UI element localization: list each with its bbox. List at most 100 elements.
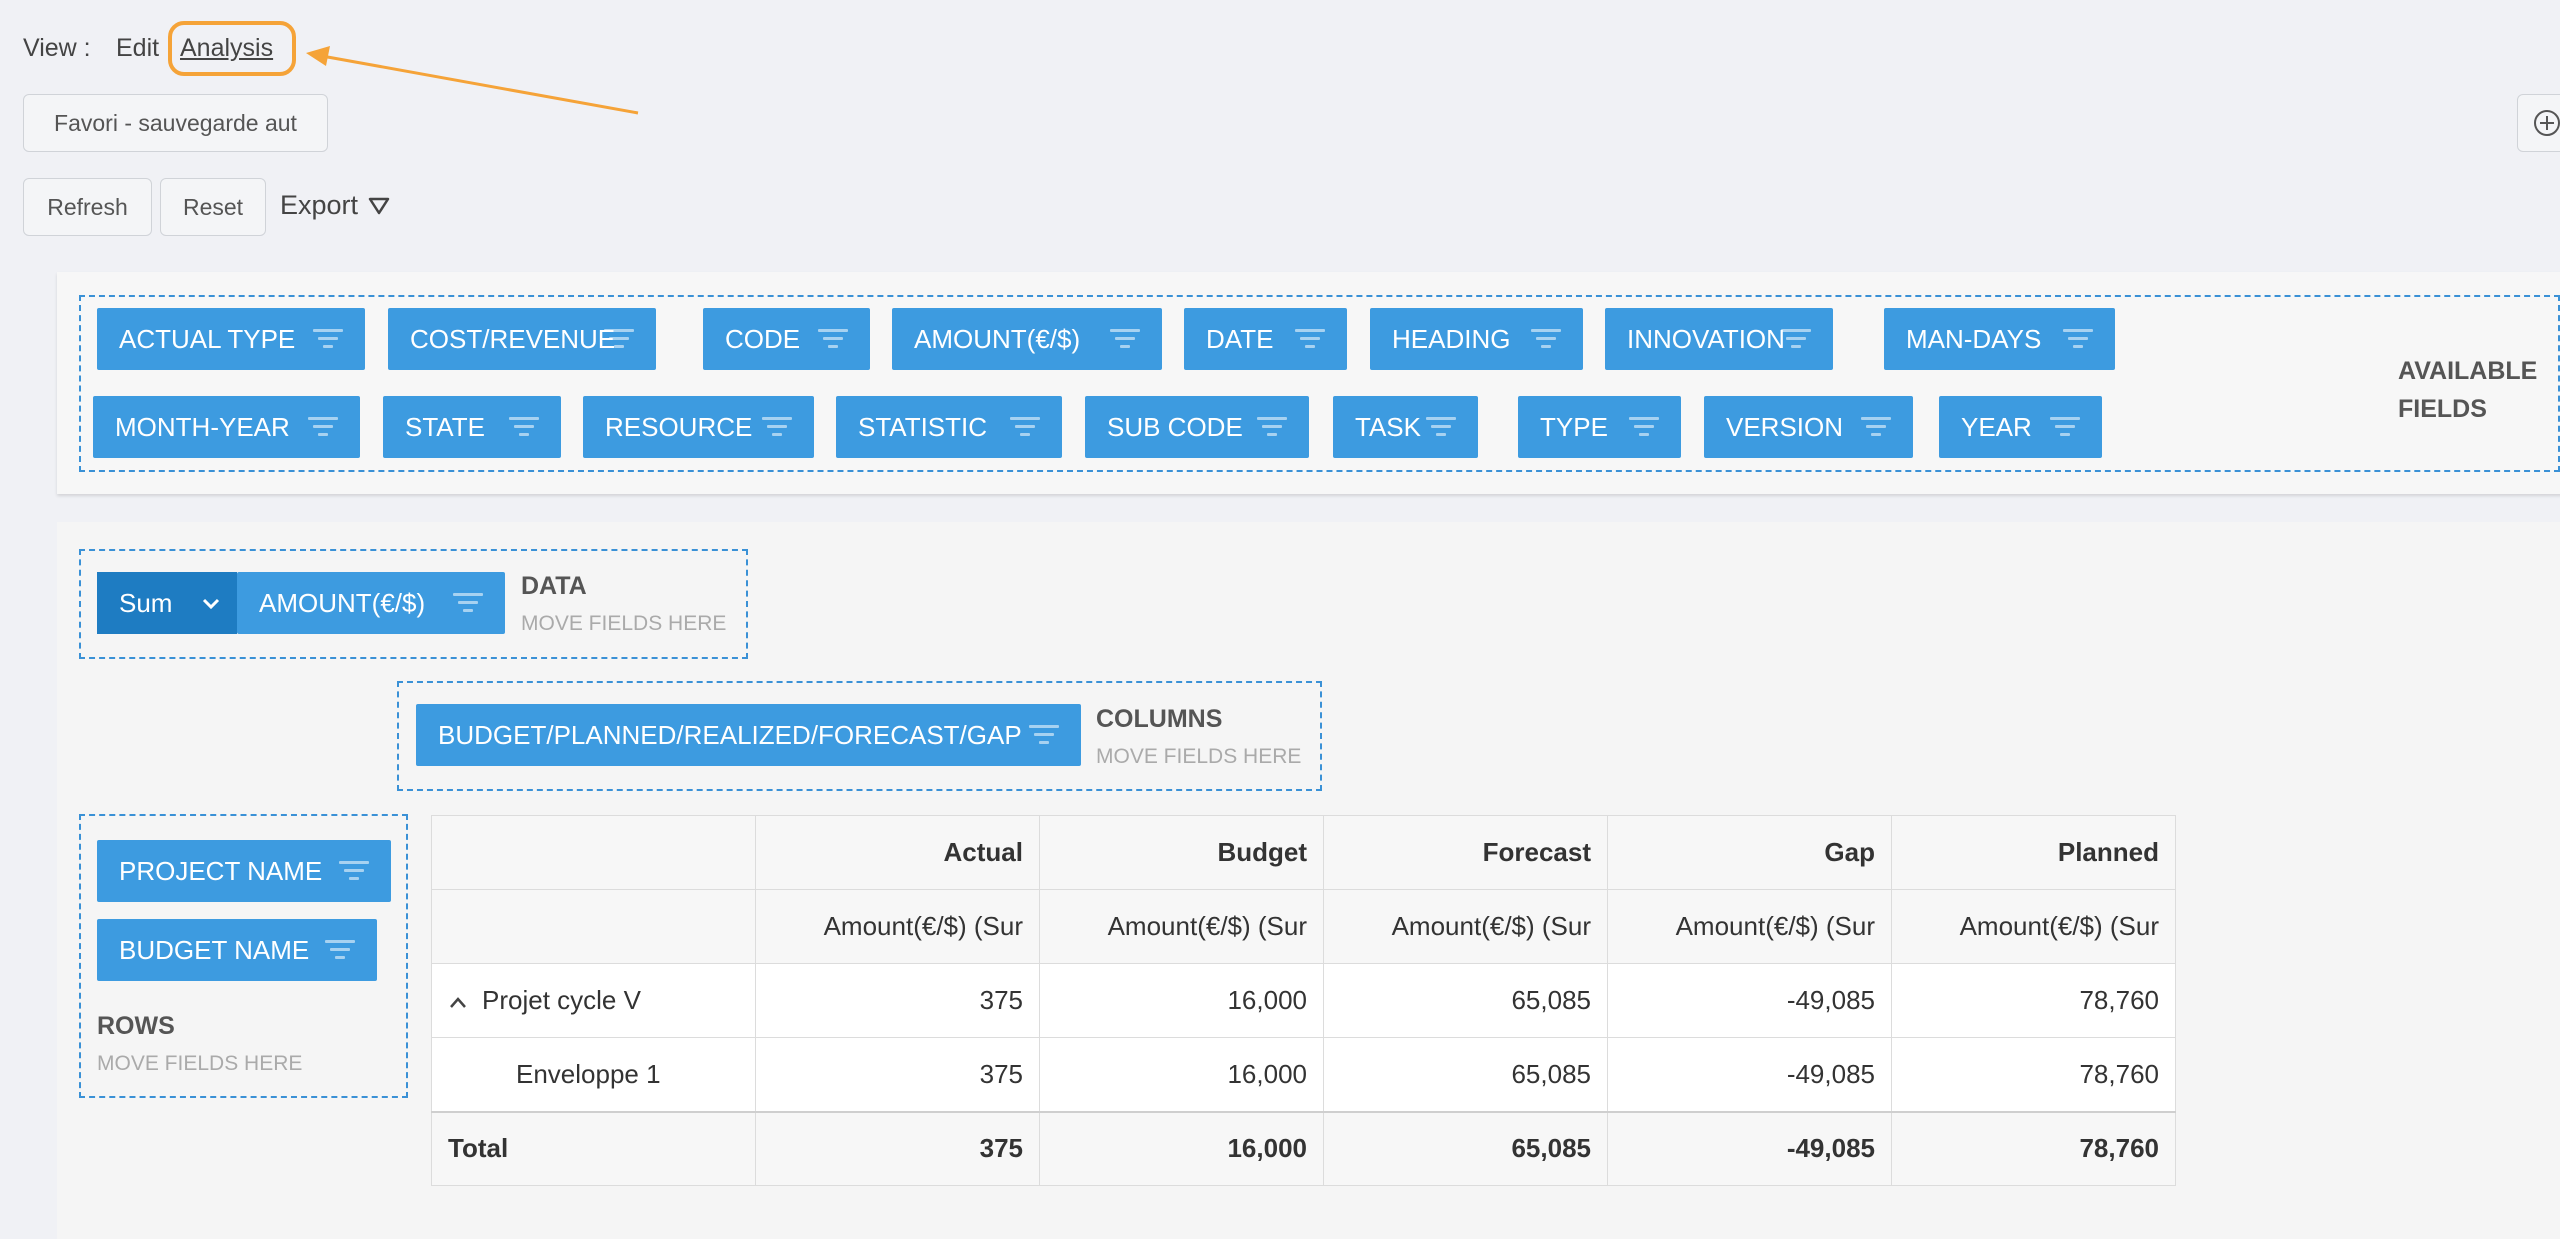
refresh-label: Refresh [47, 193, 128, 220]
table-cell: 16,000 [1039, 1037, 1324, 1112]
field-chip-code[interactable]: CODE [703, 308, 870, 370]
grid-measure-row: Amount(€/$) (Sur Amount(€/$) (Sur Amount… [431, 889, 2176, 964]
columns-zone-title: COLUMNS [1096, 705, 1223, 733]
filter-icon[interactable] [2063, 329, 2093, 349]
table-cell: 375 [755, 963, 1040, 1038]
field-chip-resource[interactable]: RESOURCE [583, 396, 814, 458]
filter-icon[interactable] [1629, 417, 1659, 437]
row-label-cell[interactable]: Projet cycle V [431, 963, 756, 1038]
field-chip-actual-type[interactable]: ACTUAL TYPE [97, 308, 365, 370]
column-header[interactable]: Budget [1039, 815, 1324, 890]
plus-circle-icon [2534, 110, 2560, 136]
field-chip-type[interactable]: TYPE [1518, 396, 1681, 458]
filter-icon[interactable] [313, 329, 343, 349]
rows-field-label: BUDGET NAME [119, 934, 310, 965]
filter-icon[interactable] [1781, 329, 1811, 349]
grid-corner-cell [431, 815, 756, 890]
table-row: Enveloppe 1 375 16,000 65,085 -49,085 78… [431, 1037, 2176, 1112]
pivot-grid: Actual Budget Forecast Gap Planned Amoun… [431, 815, 2176, 1186]
filter-icon[interactable] [308, 417, 338, 437]
measure-header: Amount(€/$) (Sur [755, 889, 1040, 964]
field-chip-label: STATISTIC [858, 411, 988, 442]
filter-icon[interactable] [1426, 417, 1456, 437]
aggregator-select[interactable]: Sum [97, 572, 237, 634]
field-chip-task[interactable]: TASK [1333, 396, 1478, 458]
rows-field-label: PROJECT NAME [119, 855, 323, 886]
refresh-button[interactable]: Refresh [23, 178, 152, 236]
field-chip-cost-revenue[interactable]: COST/REVENUE [388, 308, 656, 370]
total-cell: -49,085 [1607, 1110, 1892, 1186]
field-chip-month-year[interactable]: MONTH-YEAR [93, 396, 360, 458]
table-cell: 78,760 [1891, 1037, 2176, 1112]
column-header[interactable]: Forecast [1323, 815, 1608, 890]
field-chip-date[interactable]: DATE [1184, 308, 1347, 370]
rows-field-chip-project-name[interactable]: PROJECT NAME [97, 840, 391, 902]
field-chip-statistic[interactable]: STATISTIC [836, 396, 1062, 458]
filter-icon[interactable] [453, 593, 483, 613]
table-cell: -49,085 [1607, 1037, 1892, 1112]
field-chip-man-days[interactable]: MAN-DAYS [1884, 308, 2115, 370]
triangle-down-icon [368, 197, 390, 214]
filter-icon[interactable] [1295, 329, 1325, 349]
filter-icon[interactable] [604, 329, 634, 349]
chevron-up-icon[interactable] [448, 995, 468, 1009]
filter-icon[interactable] [509, 417, 539, 437]
filter-icon[interactable] [1010, 417, 1040, 437]
total-cell: 65,085 [1323, 1110, 1608, 1186]
rows-zone-hint: MOVE FIELDS HERE [97, 1052, 303, 1075]
total-cell: 78,760 [1891, 1110, 2176, 1186]
favorite-label: Favori - sauvegarde aut [54, 109, 297, 136]
field-chip-amount[interactable]: AMOUNT(€/$) [892, 308, 1162, 370]
table-cell: 375 [755, 1037, 1040, 1112]
column-header[interactable]: Gap [1607, 815, 1892, 890]
favorite-button[interactable]: Favori - sauvegarde aut [23, 94, 328, 152]
table-cell: 78,760 [1891, 963, 2176, 1038]
reset-label: Reset [182, 193, 244, 220]
field-chip-label: MAN-DAYS [1906, 323, 2042, 354]
filter-icon[interactable] [762, 417, 792, 437]
data-field-label: AMOUNT(€/$) [259, 587, 426, 618]
reset-button[interactable]: Reset [160, 178, 266, 236]
field-chip-label: COST/REVENUE [410, 323, 616, 354]
field-chip-innovation[interactable]: INNOVATION [1605, 308, 1833, 370]
field-chip-label: HEADING [1392, 323, 1511, 354]
field-chip-label: YEAR [1961, 411, 2032, 442]
rows-field-chip-budget-name[interactable]: BUDGET NAME [97, 919, 377, 981]
table-row: Projet cycle V 375 16,000 65,085 -49,085… [431, 963, 2176, 1038]
field-chip-label: INNOVATION [1627, 323, 1785, 354]
export-button[interactable]: Export [280, 190, 390, 221]
filter-icon[interactable] [1257, 417, 1287, 437]
field-chip-heading[interactable]: HEADING [1370, 308, 1583, 370]
filter-icon[interactable] [818, 329, 848, 349]
filter-icon[interactable] [339, 861, 369, 881]
field-chip-state[interactable]: STATE [383, 396, 561, 458]
grid-corner-cell [431, 889, 756, 964]
filter-icon[interactable] [325, 940, 355, 960]
grid-header-row: Actual Budget Forecast Gap Planned [431, 815, 2176, 890]
field-chip-label: ACTUAL TYPE [119, 323, 296, 354]
measure-header: Amount(€/$) (Sur [1607, 889, 1892, 964]
add-button[interactable] [2517, 94, 2560, 152]
columns-field-chip[interactable]: BUDGET/PLANNED/REALIZED/FORECAST/GAP [416, 704, 1081, 766]
filter-icon[interactable] [1110, 329, 1140, 349]
total-row: Total 375 16,000 65,085 -49,085 78,760 [431, 1110, 2176, 1186]
field-chip-year[interactable]: YEAR [1939, 396, 2102, 458]
filter-icon[interactable] [1861, 417, 1891, 437]
field-chip-label: SUB CODE [1107, 411, 1243, 442]
column-header[interactable]: Actual [755, 815, 1040, 890]
filter-icon[interactable] [1531, 329, 1561, 349]
data-zone-hint: MOVE FIELDS HERE [521, 612, 727, 635]
measure-header: Amount(€/$) (Sur [1323, 889, 1608, 964]
column-header[interactable]: Planned [1891, 815, 2176, 890]
field-chip-label: CODE [725, 323, 801, 354]
field-chip-version[interactable]: VERSION [1704, 396, 1913, 458]
field-chip-label: RESOURCE [605, 411, 753, 442]
field-chip-label: VERSION [1726, 411, 1844, 442]
total-label: Total [431, 1110, 756, 1186]
filter-icon[interactable] [1029, 725, 1059, 745]
columns-field-label: BUDGET/PLANNED/REALIZED/FORECAST/GAP [438, 719, 1022, 750]
filter-icon[interactable] [2050, 417, 2080, 437]
field-chip-sub-code[interactable]: SUB CODE [1085, 396, 1309, 458]
table-cell: 65,085 [1323, 963, 1608, 1038]
data-field-chip[interactable]: AMOUNT(€/$) [237, 572, 505, 634]
